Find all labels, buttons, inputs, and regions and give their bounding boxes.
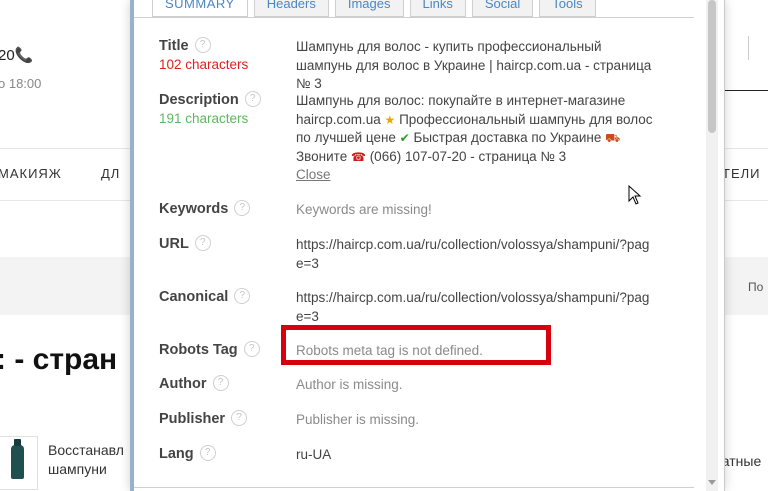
help-icon[interactable]: ?	[199, 444, 216, 461]
scrollbar-thumb[interactable]	[708, 0, 716, 133]
product-thumbnail[interactable]	[0, 436, 38, 490]
title-char-count: 102 characters	[159, 57, 249, 72]
product-name[interactable]: Восстанавл шампуни	[48, 441, 124, 479]
scroll-down-icon[interactable]	[708, 480, 716, 485]
help-icon[interactable]: ?	[194, 234, 211, 251]
help-icon[interactable]: ?	[234, 287, 251, 304]
tab-summary[interactable]: SUMMARY	[152, 0, 248, 17]
tab-images[interactable]: Images	[334, 0, 404, 17]
bottle-icon	[11, 439, 24, 479]
help-icon[interactable]: ?	[243, 340, 260, 357]
help-icon[interactable]: ?	[234, 199, 251, 216]
publisher-label: Publisher?	[159, 409, 248, 427]
page-title: : - стран	[0, 343, 118, 376]
author-value: Author is missing.	[296, 377, 403, 392]
description-text: (066) 107-07-20 - страница № 3	[365, 148, 567, 164]
description-value: Шампунь для волос: покупайте в интернет-…	[296, 92, 656, 185]
help-icon[interactable]: ?	[244, 90, 261, 107]
tab-links[interactable]: Links	[409, 0, 466, 17]
publisher-value: Publisher is missing.	[296, 412, 420, 427]
tab-tools[interactable]: Tools	[539, 0, 596, 17]
tab-headers[interactable]: Headers	[253, 0, 329, 17]
lang-value: ru-UA	[296, 447, 332, 462]
url-value: https://haircp.com.ua/ru/collection/volo…	[296, 237, 650, 271]
nav-item-partial-right[interactable]: ТЕЛИ	[722, 166, 761, 181]
mouse-cursor-icon	[628, 185, 642, 205]
tab-bar: SUMMARY Headers Images Links Social Tool…	[152, 0, 602, 18]
popup-bottom-line	[134, 487, 694, 488]
nav-item-makeup[interactable]: МАКИЯЖ	[0, 166, 62, 181]
keywords-label: Keywords?	[159, 199, 251, 217]
close-link[interactable]: Close	[296, 167, 331, 182]
help-icon[interactable]: ?	[212, 374, 229, 391]
header-phone[interactable]: 20📞	[0, 46, 33, 64]
phone-icon: ☎	[350, 149, 366, 164]
truck-icon: ⛟	[605, 131, 621, 145]
help-icon[interactable]: ?	[231, 409, 248, 426]
lang-label: Lang?	[159, 444, 216, 462]
help-icon[interactable]: ?	[194, 36, 211, 53]
canonical-value: https://haircp.com.ua/ru/collection/volo…	[296, 290, 650, 324]
title-label: Title?	[159, 36, 211, 54]
title-value: Шампунь для волос - купить профессиональ…	[296, 39, 652, 91]
description-text: Быстрая доставка по Украине	[409, 130, 606, 145]
robots-highlight-box	[281, 325, 551, 365]
header-divider	[748, 36, 749, 60]
scrollbar[interactable]	[706, 0, 718, 491]
star-icon: ★	[384, 112, 396, 127]
working-hours: о 18:00	[0, 76, 42, 91]
keywords-value: Keywords are missing!	[296, 202, 432, 217]
check-icon: ✔	[399, 131, 410, 145]
pagination-label[interactable]: По	[748, 280, 763, 294]
seo-popup: SUMMARY Headers Images Links Social Tool…	[130, 0, 725, 491]
phone-number-fragment: 20	[0, 47, 15, 64]
phone-icon: 📞	[14, 47, 34, 64]
canonical-label: Canonical?	[159, 287, 251, 305]
robots-label: Robots Tag?	[159, 340, 260, 358]
nav-item-partial[interactable]: ДЛ	[101, 166, 120, 181]
description-text: Звоните	[296, 148, 351, 164]
tab-social[interactable]: Social	[471, 0, 534, 17]
url-label: URL?	[159, 234, 211, 252]
description-char-count: 191 characters	[159, 111, 249, 126]
description-label: Description?	[159, 90, 261, 108]
author-label: Author?	[159, 374, 229, 392]
